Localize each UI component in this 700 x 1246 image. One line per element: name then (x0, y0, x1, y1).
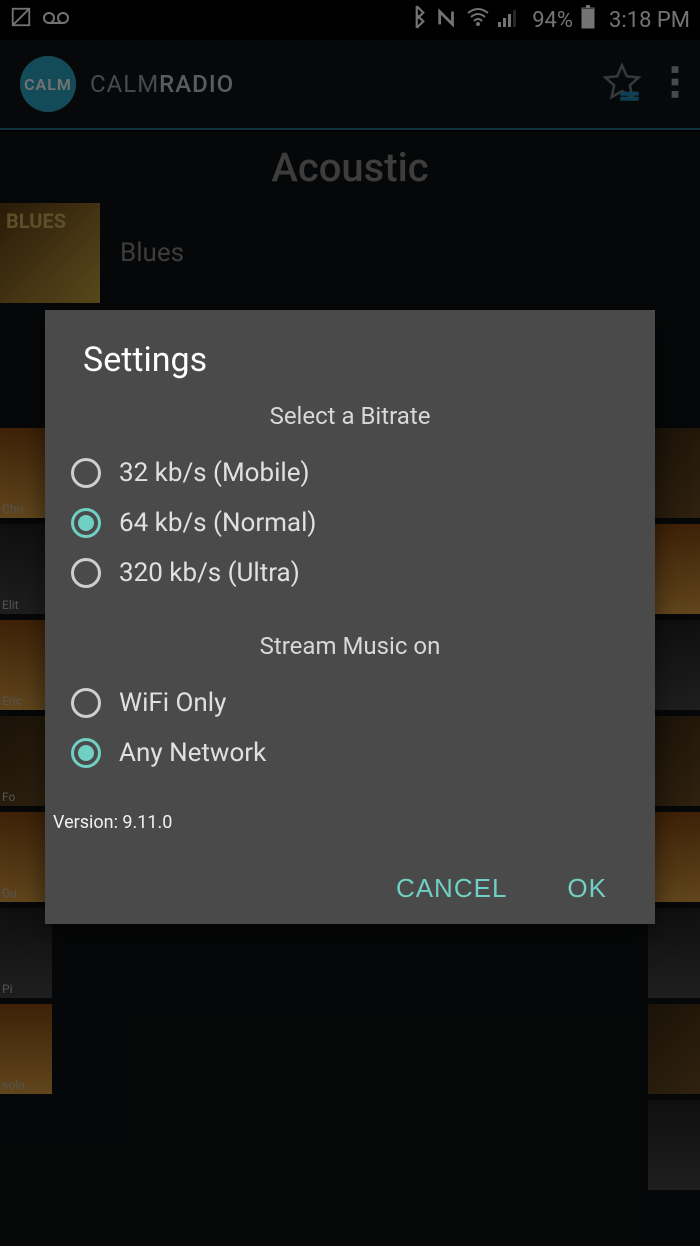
radio-label: 32 kb/s (Mobile) (119, 458, 310, 488)
radio-icon (71, 508, 101, 538)
settings-dialog: Settings Select a Bitrate 32 kb/s (Mobil… (45, 310, 655, 924)
stream-option-any[interactable]: Any Network (69, 728, 631, 778)
cancel-button[interactable]: CANCEL (396, 873, 507, 904)
stream-option-wifi[interactable]: WiFi Only (69, 678, 631, 728)
radio-label: 320 kb/s (Ultra) (119, 558, 300, 588)
radio-icon (71, 688, 101, 718)
radio-icon (71, 558, 101, 588)
bitrate-option-64[interactable]: 64 kb/s (Normal) (69, 498, 631, 548)
radio-icon (71, 738, 101, 768)
dialog-title: Settings (69, 340, 631, 380)
dialog-actions: CANCEL OK (69, 873, 631, 904)
dialog-scrim: Settings Select a Bitrate 32 kb/s (Mobil… (0, 0, 700, 1246)
bitrate-option-320[interactable]: 320 kb/s (Ultra) (69, 548, 631, 598)
bitrate-section-label: Select a Bitrate (69, 402, 631, 430)
bitrate-option-32[interactable]: 32 kb/s (Mobile) (69, 448, 631, 498)
radio-label: 64 kb/s (Normal) (119, 508, 316, 538)
radio-icon (71, 458, 101, 488)
radio-label: Any Network (119, 738, 266, 768)
ok-button[interactable]: OK (567, 873, 607, 904)
radio-label: WiFi Only (119, 688, 226, 718)
version-label: Version: 9.11.0 (53, 812, 631, 833)
stream-section-label: Stream Music on (69, 632, 631, 660)
